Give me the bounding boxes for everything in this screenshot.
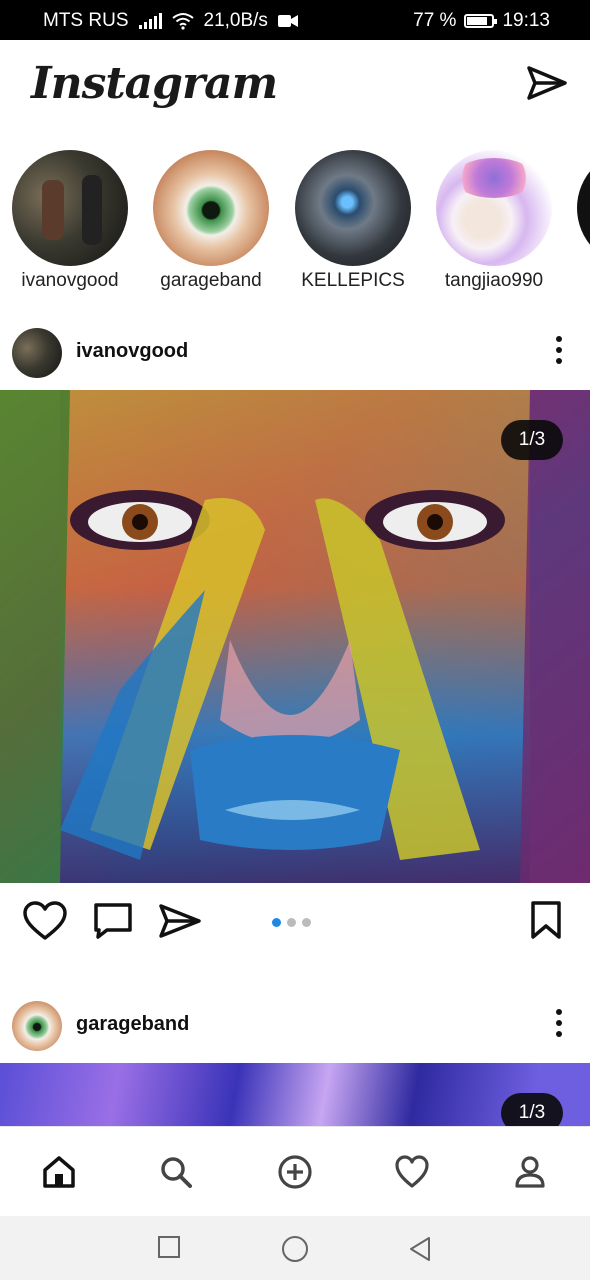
activity-heart-icon[interactable] (394, 1154, 430, 1190)
story-username: ivanovgood (21, 270, 119, 291)
carousel-dot (287, 918, 296, 927)
back-icon[interactable] (407, 1235, 433, 1263)
status-bar: MTS RUS 21,0B/s 77 % 19:13 (0, 0, 590, 40)
profile-icon[interactable] (512, 1154, 548, 1190)
post-avatar[interactable] (12, 1001, 62, 1051)
battery-icon (464, 14, 498, 28)
heart-icon[interactable] (22, 900, 68, 942)
instagram-logo[interactable]: Instagram (31, 58, 278, 109)
story-avatar[interactable] (577, 150, 590, 266)
story-avatar[interactable] (12, 150, 128, 266)
search-icon[interactable] (158, 1154, 194, 1190)
paper-plane-icon[interactable] (526, 62, 568, 104)
story-avatar[interactable] (436, 150, 552, 266)
post-photo[interactable]: 1/3 (0, 1063, 590, 1126)
story-username: KELLEPICS (301, 270, 405, 291)
story-item[interactable]: garageband (146, 150, 276, 292)
more-options-icon[interactable] (555, 336, 563, 366)
post-header: ivanovgood (0, 318, 590, 388)
post-header: garageband (0, 991, 590, 1061)
story-avatar[interactable] (153, 150, 269, 266)
story-item[interactable]: KELLEPICS (288, 150, 418, 292)
signal-icon (138, 13, 162, 29)
more-options-icon[interactable] (555, 1009, 563, 1039)
post-username[interactable]: ivanovgood (76, 340, 188, 363)
add-icon[interactable] (277, 1154, 313, 1190)
story-avatar[interactable] (295, 150, 411, 266)
post-avatar[interactable] (12, 328, 62, 378)
story-username: tangjiao990 (444, 270, 544, 291)
bottom-navigation (0, 1126, 590, 1217)
carrier-label: MTS RUS (43, 10, 129, 31)
carousel-dot-active (272, 918, 281, 927)
recent-apps-icon[interactable] (157, 1235, 181, 1259)
story-item[interactable] (570, 150, 590, 266)
video-record-icon (277, 15, 298, 27)
system-navigation-bar (0, 1216, 590, 1280)
carousel-counter: 1/3 (501, 420, 563, 460)
carousel-dots (272, 918, 311, 927)
comment-icon[interactable] (93, 902, 133, 940)
post-username[interactable]: garageband (76, 1013, 189, 1036)
story-username: garageband (160, 270, 262, 291)
post-actions (0, 884, 590, 964)
bookmark-icon[interactable] (530, 900, 562, 940)
carousel-dot (302, 918, 311, 927)
wifi-icon (171, 13, 194, 30)
stories-tray[interactable]: ivanovgood garageband KELLEPICS tangjiao… (0, 150, 590, 300)
clock: 19:13 (502, 10, 550, 31)
home-circle-icon[interactable] (281, 1235, 309, 1263)
story-item[interactable]: tangjiao990 (429, 150, 559, 292)
battery-percent: 77 % (413, 10, 457, 31)
post-photo[interactable]: 1/3 (0, 390, 590, 883)
story-item[interactable]: ivanovgood (5, 150, 135, 292)
carousel-counter: 1/3 (501, 1093, 563, 1126)
home-icon[interactable] (41, 1154, 77, 1190)
network-speed: 21,0B/s (203, 10, 268, 31)
painted-face-image (0, 390, 590, 883)
share-icon[interactable] (158, 902, 202, 940)
